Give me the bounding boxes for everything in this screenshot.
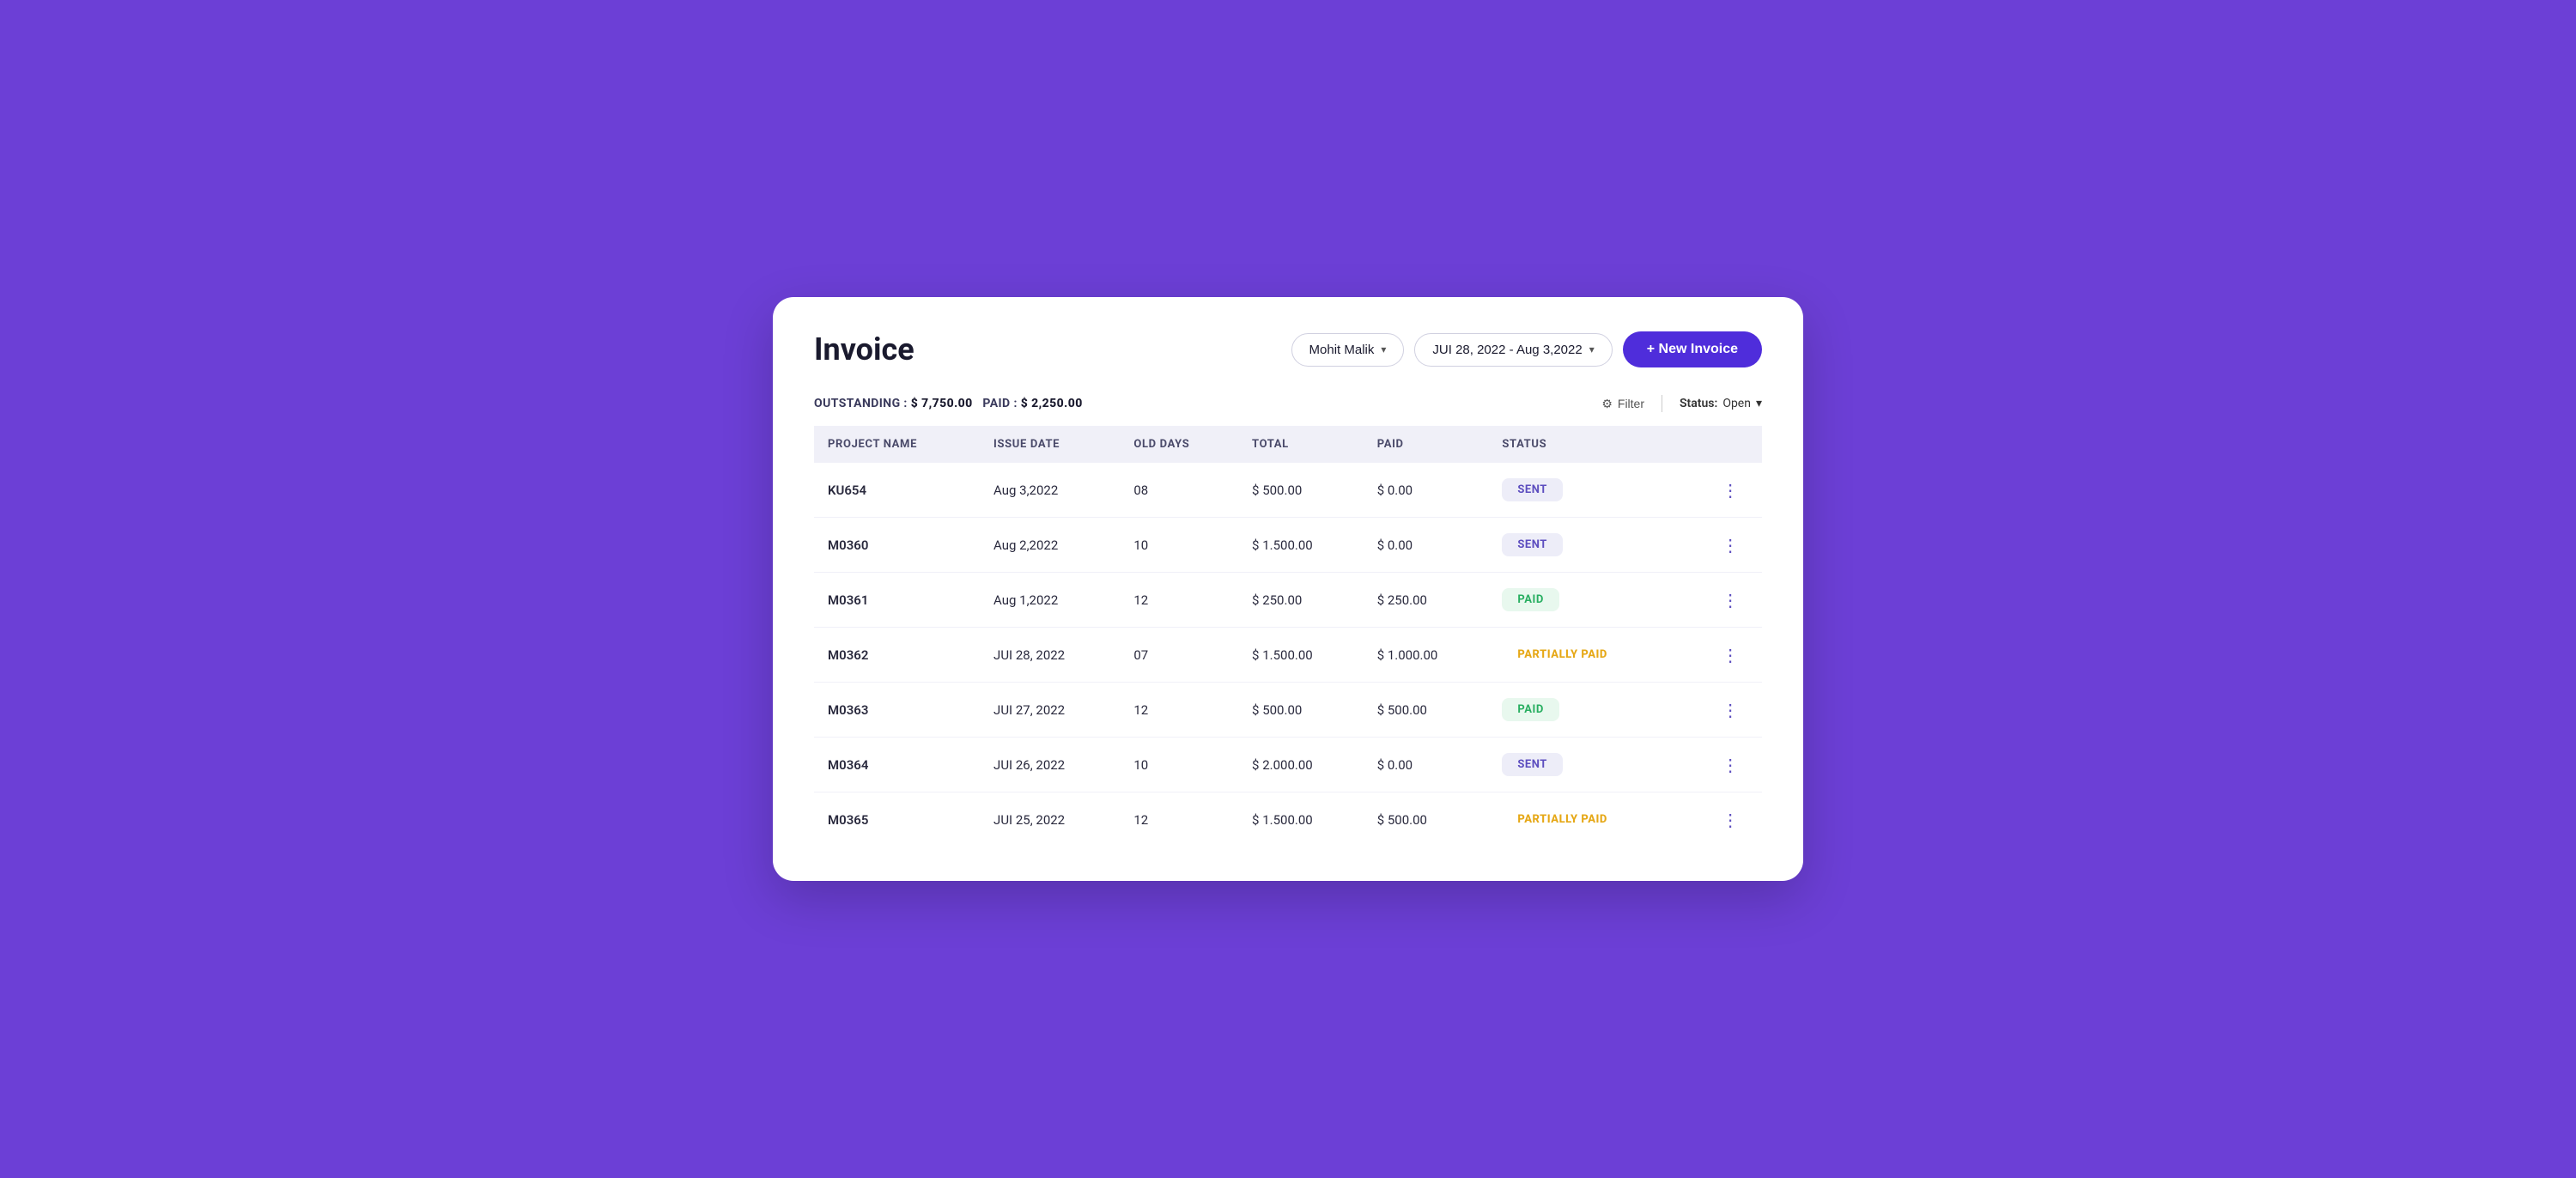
table-row: M0365 JUI 25, 2022 12 $ 1.500.00 $ 500.0…	[814, 792, 1762, 847]
invoice-card: Invoice Mohit Malik ▾ JUI 28, 2022 - Aug…	[773, 297, 1803, 881]
cell-status: SENT	[1488, 738, 1698, 792]
col-actions	[1698, 426, 1762, 463]
summary-row: OUTSTANDING : $ 7,750.00 PAID : $ 2,250.…	[814, 395, 1762, 412]
table-row: KU654 Aug 3,2022 08 $ 500.00 $ 0.00 SENT…	[814, 463, 1762, 518]
status-filter-value: Open	[1722, 397, 1751, 410]
col-old-days: OLD DAYS	[1120, 426, 1238, 463]
invoice-table: PROJECT NAME ISSUE DATE OLD DAYS TOTAL P…	[814, 426, 1762, 847]
status-badge: PAID	[1502, 588, 1558, 611]
cell-project: M0364	[814, 738, 980, 792]
row-menu-button[interactable]: ⋮	[1712, 480, 1748, 501]
cell-paid: $ 500.00	[1364, 792, 1489, 847]
cell-project: M0362	[814, 628, 980, 683]
cell-status: PARTIALLY PAID	[1488, 628, 1698, 683]
cell-paid: $ 0.00	[1364, 518, 1489, 573]
col-paid: PAID	[1364, 426, 1489, 463]
cell-total: $ 250.00	[1238, 573, 1364, 628]
col-total: TOTAL	[1238, 426, 1364, 463]
cell-issue-date: JUI 25, 2022	[980, 792, 1120, 847]
cell-project: KU654	[814, 463, 980, 518]
cell-total: $ 1.500.00	[1238, 518, 1364, 573]
status-badge: PAID	[1502, 698, 1558, 721]
row-menu-button[interactable]: ⋮	[1712, 755, 1748, 775]
table-row: M0364 JUI 26, 2022 10 $ 2.000.00 $ 0.00 …	[814, 738, 1762, 792]
cell-old-days: 10	[1120, 518, 1238, 573]
cell-issue-date: Aug 3,2022	[980, 463, 1120, 518]
cell-total: $ 500.00	[1238, 683, 1364, 738]
cell-status: SENT	[1488, 518, 1698, 573]
cell-issue-date: JUI 26, 2022	[980, 738, 1120, 792]
filter-controls: ⚙ Filter Status: Open ▾	[1601, 395, 1762, 412]
status-badge: PARTIALLY PAID	[1502, 643, 1622, 666]
cell-actions[interactable]: ⋮	[1698, 628, 1762, 683]
row-menu-button[interactable]: ⋮	[1712, 810, 1748, 830]
date-range-dropdown[interactable]: JUI 28, 2022 - Aug 3,2022 ▾	[1414, 333, 1612, 367]
chevron-down-icon: ▾	[1381, 343, 1386, 355]
cell-total: $ 1.500.00	[1238, 628, 1364, 683]
cell-project: M0360	[814, 518, 980, 573]
col-issue-date: ISSUE DATE	[980, 426, 1120, 463]
cell-old-days: 10	[1120, 738, 1238, 792]
cell-status: PAID	[1488, 683, 1698, 738]
cell-actions[interactable]: ⋮	[1698, 463, 1762, 518]
table-body: KU654 Aug 3,2022 08 $ 500.00 $ 0.00 SENT…	[814, 463, 1762, 847]
cell-total: $ 1.500.00	[1238, 792, 1364, 847]
cell-paid: $ 500.00	[1364, 683, 1489, 738]
user-dropdown[interactable]: Mohit Malik ▾	[1291, 333, 1405, 367]
row-menu-button[interactable]: ⋮	[1712, 700, 1748, 720]
cell-total: $ 2.000.00	[1238, 738, 1364, 792]
filter-button[interactable]: ⚙ Filter	[1601, 397, 1644, 411]
table-row: M0361 Aug 1,2022 12 $ 250.00 $ 250.00 PA…	[814, 573, 1762, 628]
page-title: Invoice	[814, 331, 914, 367]
cell-status: SENT	[1488, 463, 1698, 518]
header: Invoice Mohit Malik ▾ JUI 28, 2022 - Aug…	[814, 331, 1762, 367]
col-project: PROJECT NAME	[814, 426, 980, 463]
table-row: M0360 Aug 2,2022 10 $ 1.500.00 $ 0.00 SE…	[814, 518, 1762, 573]
table-header: PROJECT NAME ISSUE DATE OLD DAYS TOTAL P…	[814, 426, 1762, 463]
cell-old-days: 07	[1120, 628, 1238, 683]
cell-actions[interactable]: ⋮	[1698, 518, 1762, 573]
cell-old-days: 12	[1120, 792, 1238, 847]
status-badge: SENT	[1502, 478, 1562, 501]
cell-issue-date: JUI 28, 2022	[980, 628, 1120, 683]
cell-actions[interactable]: ⋮	[1698, 683, 1762, 738]
cell-status: PAID	[1488, 573, 1698, 628]
cell-paid: $ 250.00	[1364, 573, 1489, 628]
status-badge: SENT	[1502, 753, 1562, 776]
header-controls: Mohit Malik ▾ JUI 28, 2022 - Aug 3,2022 …	[1291, 331, 1762, 367]
row-menu-button[interactable]: ⋮	[1712, 590, 1748, 610]
cell-issue-date: Aug 2,2022	[980, 518, 1120, 573]
status-badge: SENT	[1502, 533, 1562, 556]
cell-actions[interactable]: ⋮	[1698, 738, 1762, 792]
cell-actions[interactable]: ⋮	[1698, 573, 1762, 628]
cell-issue-date: Aug 1,2022	[980, 573, 1120, 628]
cell-old-days: 12	[1120, 683, 1238, 738]
cell-status: PARTIALLY PAID	[1488, 792, 1698, 847]
col-status: STATUS	[1488, 426, 1698, 463]
cell-old-days: 12	[1120, 573, 1238, 628]
cell-paid: $ 0.00	[1364, 463, 1489, 518]
cell-issue-date: JUI 27, 2022	[980, 683, 1120, 738]
cell-project: M0365	[814, 792, 980, 847]
cell-old-days: 08	[1120, 463, 1238, 518]
status-filter[interactable]: Status: Open ▾	[1680, 397, 1762, 410]
cell-project: M0363	[814, 683, 980, 738]
table-row: M0362 JUI 28, 2022 07 $ 1.500.00 $ 1.000…	[814, 628, 1762, 683]
chevron-down-icon: ▾	[1756, 397, 1762, 410]
filter-icon: ⚙	[1601, 397, 1613, 411]
row-menu-button[interactable]: ⋮	[1712, 645, 1748, 665]
row-menu-button[interactable]: ⋮	[1712, 535, 1748, 556]
cell-project: M0361	[814, 573, 980, 628]
cell-paid: $ 0.00	[1364, 738, 1489, 792]
cell-total: $ 500.00	[1238, 463, 1364, 518]
status-badge: PARTIALLY PAID	[1502, 808, 1622, 831]
summary-text: OUTSTANDING : $ 7,750.00 PAID : $ 2,250.…	[814, 397, 1083, 410]
status-filter-label: Status:	[1680, 397, 1717, 410]
table-row: M0363 JUI 27, 2022 12 $ 500.00 $ 500.00 …	[814, 683, 1762, 738]
new-invoice-button[interactable]: + New Invoice	[1623, 331, 1762, 367]
chevron-down-icon: ▾	[1589, 343, 1595, 355]
cell-paid: $ 1.000.00	[1364, 628, 1489, 683]
cell-actions[interactable]: ⋮	[1698, 792, 1762, 847]
